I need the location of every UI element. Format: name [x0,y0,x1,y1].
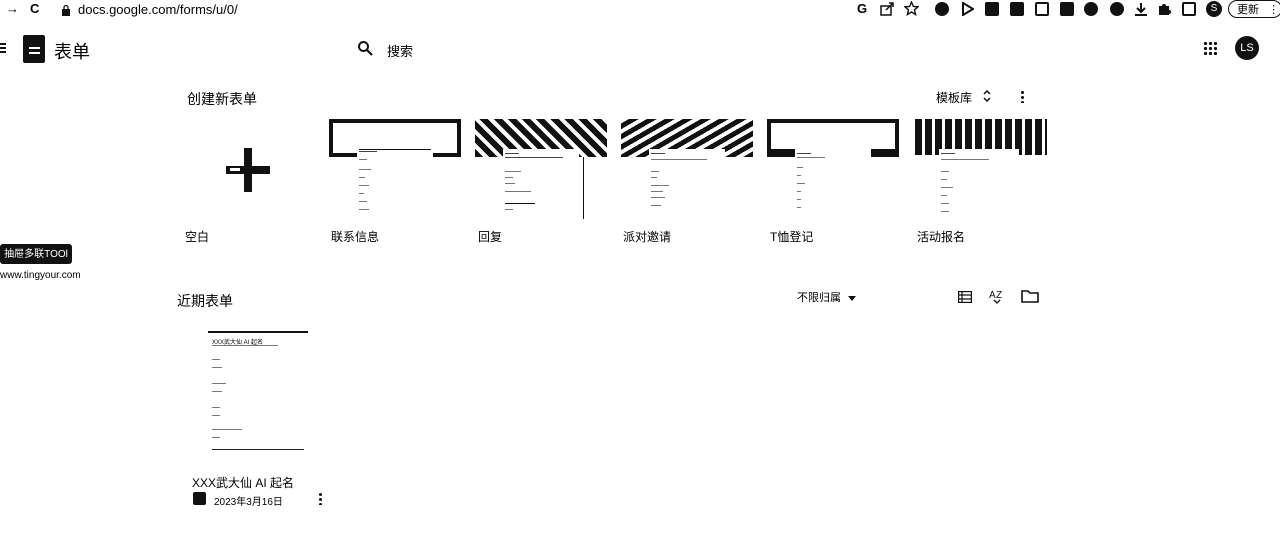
more-options-icon[interactable] [1021,90,1024,103]
template-label[interactable]: 派对邀请 [623,228,671,245]
extension-3-icon[interactable] [985,2,999,16]
folder-icon[interactable] [1021,290,1039,308]
template-label[interactable]: 活动报名 [917,228,965,245]
update-label: 更新 [1237,4,1259,16]
template-gallery-button[interactable]: 模板库 [936,89,991,106]
app-title[interactable]: 表单 [54,38,90,64]
plus-icon [226,148,270,192]
browser-profile-avatar[interactable]: S [1206,1,1222,17]
svg-text:Z: Z [996,290,1002,301]
recent-form-thumbnail[interactable]: XXX武大仙 AI 起名 [208,331,308,455]
owner-filter-dropdown[interactable]: 不限归属 [797,289,857,305]
google-forms-logo-icon[interactable] [23,35,45,63]
extensions-puzzle-icon[interactable] [1157,2,1171,21]
apps-grid-icon[interactable] [1203,41,1217,55]
extension-6-icon[interactable] [1060,2,1074,16]
extension-7-icon[interactable] [1084,2,1098,16]
extension-8-icon[interactable] [1110,2,1124,16]
recent-forms-heading: 近期表单 [177,293,233,309]
menu-icon[interactable] [0,43,6,53]
template-label[interactable]: 空白 [185,228,209,245]
sort-az-icon[interactable]: AZ [989,288,1005,309]
dropdown-arrow-icon [848,292,857,304]
extension-1-icon[interactable] [935,2,949,16]
template-label[interactable]: 联系信息 [331,228,379,245]
reload-icon[interactable]: C [30,1,39,16]
recent-form-title[interactable]: XXX武大仙 AI 起名 [192,474,294,491]
template-label[interactable]: T恤登记 [770,228,813,245]
update-menu-icon: ⋮ [1268,4,1280,16]
blank-template-card[interactable] [226,148,270,192]
google-lens-icon[interactable]: G [857,1,867,16]
search-input[interactable]: 搜索 [387,41,413,60]
contact-info-template-card[interactable] [329,119,461,219]
back-icon[interactable]: → [6,1,19,16]
forms-doc-icon [193,492,206,505]
search-icon[interactable] [357,40,373,56]
template-gallery-label: 模板库 [936,91,973,105]
new-form-heading: 创建新表单 [187,91,257,107]
update-button[interactable]: 更新 ⋮ [1228,0,1280,18]
share-icon[interactable] [880,2,894,21]
side-panel-icon[interactable] [1182,2,1196,16]
unfold-icon [983,89,991,105]
recent-form-date: 2023年3月16日 [214,497,283,508]
browser-toolbar: → C docs.google.com/forms/u/0/ G S 更新 ⋮ [0,0,1280,20]
svg-text:A: A [989,290,996,301]
bookmark-star-icon[interactable] [903,0,920,21]
tshirt-signup-template-card[interactable] [767,119,899,219]
extension-4-icon[interactable] [1010,2,1024,16]
rsvp-template-card[interactable] [475,119,607,219]
watermark-badge: 抽屉多联TOOl [0,244,72,264]
recent-form-more-icon[interactable] [319,492,322,505]
account-avatar[interactable]: LS [1235,36,1259,60]
watermark-url: www.tingyour.com [0,270,81,281]
list-view-icon[interactable] [957,290,973,308]
template-label[interactable]: 回复 [478,228,502,245]
extension-5-icon[interactable] [1035,2,1049,16]
extension-play-icon[interactable] [960,1,975,21]
download-icon[interactable] [1134,2,1148,21]
owner-filter-label: 不限归属 [797,292,841,304]
address-bar[interactable]: docs.google.com/forms/u/0/ [78,2,238,17]
event-registration-template-card[interactable] [915,119,1047,219]
party-invite-template-card[interactable] [621,119,753,219]
lock-icon [62,3,70,16]
